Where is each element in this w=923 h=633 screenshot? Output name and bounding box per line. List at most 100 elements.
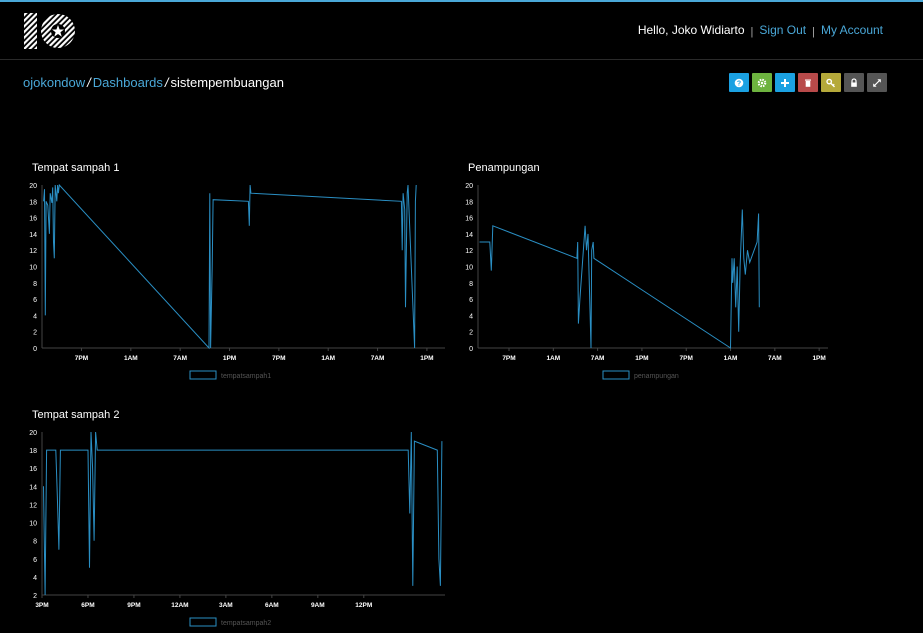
breadcrumb-user[interactable]: ojokondow — [23, 75, 85, 90]
plus-icon — [781, 78, 789, 87]
greeting: Hello, Joko Widiarto — [637, 23, 745, 37]
fullscreen-button[interactable] — [867, 73, 887, 92]
y-tick-label: 10 — [465, 265, 473, 272]
y-tick-label: 6 — [469, 297, 473, 304]
y-tick-label: 12 — [29, 248, 37, 255]
series-line-penampungan — [479, 209, 760, 349]
y-tick-label: 10 — [29, 265, 37, 272]
y-tick-label: 4 — [469, 313, 473, 320]
x-tick-label: 7PM — [272, 355, 285, 362]
x-tick-label: 1AM — [124, 355, 138, 362]
y-tick-label: 14 — [29, 484, 37, 491]
key-button[interactable] — [821, 73, 841, 92]
x-tick-label: 1PM — [223, 355, 236, 362]
x-tick-label: 1AM — [321, 355, 335, 362]
series-line-tempatsampah2 — [43, 431, 443, 596]
x-tick-label: 1AM — [724, 355, 738, 362]
y-tick-label: 2 — [33, 593, 37, 600]
my-account-link[interactable]: My Account — [821, 23, 883, 37]
y-tick-label: 8 — [33, 281, 37, 288]
x-tick-label: 12PM — [355, 602, 372, 609]
y-tick-label: 0 — [33, 346, 37, 353]
y-tick-label: 14 — [29, 232, 37, 239]
x-tick-label: 1AM — [546, 355, 560, 362]
lock-icon — [851, 77, 857, 87]
y-tick-label: 4 — [33, 313, 37, 320]
y-tick-label: 2 — [469, 330, 473, 337]
x-tick-label: 7AM — [371, 355, 385, 362]
separator: | — [750, 26, 754, 38]
chart-block-1: Tempat sampah 1 0 2 4 6 8 10 12 14 16 18 20 7PM 1AM 7… — [0, 155, 460, 385]
x-tick-label: 9PM — [127, 602, 140, 609]
x-tick-label: 7AM — [173, 355, 187, 362]
x-tick-label: 6AM — [265, 602, 279, 609]
io-logo[interactable] — [22, 10, 78, 52]
legend-swatch — [189, 617, 217, 627]
y-tick-label: 20 — [29, 430, 37, 437]
x-tick-label: 1PM — [635, 355, 648, 362]
sign-out-link[interactable]: Sign Out — [759, 23, 806, 37]
legend-label: tempatsampah1 — [221, 373, 271, 380]
y-tick-label: 18 — [29, 448, 37, 455]
x-tick-label: 7PM — [680, 355, 693, 362]
add-block-button[interactable] — [775, 73, 795, 92]
x-tick-label: 12AM — [171, 602, 188, 609]
x-tick-label: 3AM — [219, 602, 233, 609]
y-tick-label: 2 — [33, 330, 37, 337]
svg-text:?: ? — [737, 80, 741, 87]
x-tick-label: 7AM — [768, 355, 782, 362]
question-icon: ? — [734, 78, 744, 87]
legend-label: tempatsampah2 — [221, 620, 271, 627]
legend-swatch — [602, 370, 630, 380]
x-tick-label: 7AM — [591, 355, 605, 362]
y-tick-label: 4 — [33, 575, 37, 582]
separator: | — [812, 26, 815, 38]
key-icon — [826, 78, 835, 87]
y-tick-label: 6 — [33, 557, 37, 564]
expand-icon — [873, 78, 881, 87]
y-tick-label: 20 — [465, 183, 473, 190]
x-tick-label: 3PM — [35, 602, 48, 609]
x-tick-label: 6PM — [81, 602, 94, 609]
line-chart-penampungan: 0 2 4 6 8 10 12 14 16 18 20 7PM 1AM 7AM 1PM 7PM 1AM 7AM 1P… — [465, 183, 828, 380]
y-tick-label: 14 — [465, 232, 473, 239]
y-tick-label: 12 — [29, 502, 37, 509]
breadcrumb-slash: / — [87, 75, 91, 90]
x-tick-label: 9AM — [311, 602, 325, 609]
y-tick-label: 10 — [29, 521, 37, 528]
chart-block-3: Tempat sampah 2 2 4 6 8 10 12 14 16 18 20 3PM 6PM 9P… — [0, 402, 460, 633]
y-tick-label: 18 — [465, 199, 473, 206]
delete-button[interactable] — [798, 73, 818, 92]
settings-button[interactable] — [752, 73, 772, 92]
y-tick-label: 16 — [29, 466, 37, 473]
gear-icon — [757, 78, 767, 87]
chart-block-2: Penampungan 0 2 4 6 8 10 12 14 16 18 20 7PM 1AM 7AM 1P… — [440, 155, 860, 385]
help-button[interactable]: ? — [729, 73, 749, 92]
y-tick-label: 6 — [33, 297, 37, 304]
breadcrumb-dashboards[interactable]: Dashboards — [93, 75, 163, 90]
breadcrumb: ojokondow / Dashboards / sistempembuanga… — [23, 75, 284, 90]
x-tick-label: 7PM — [502, 355, 515, 362]
y-tick-label: 8 — [469, 281, 473, 288]
line-chart-tempat-sampah-2: 2 4 6 8 10 12 14 16 18 20 3PM 6PM 9PM 12AM 3AM 6AM 9AM 12… — [29, 430, 445, 627]
legend-swatch — [189, 370, 217, 380]
y-tick-label: 0 — [469, 346, 473, 353]
x-tick-label: 7PM — [75, 355, 88, 362]
series-line-tempatsampah1 — [43, 183, 417, 350]
line-chart-tempat-sampah-1: 0 2 4 6 8 10 12 14 16 18 20 7PM 1AM 7AM 1PM 7PM 1AM 7AM 1P… — [29, 183, 445, 380]
y-tick-label: 8 — [33, 539, 37, 546]
y-tick-label: 18 — [29, 199, 37, 206]
y-tick-label: 12 — [465, 248, 473, 255]
header: Hello, Joko Widiarto | Sign Out | My Acc… — [0, 2, 923, 60]
y-tick-label: 20 — [29, 183, 37, 190]
user-bar: Hello, Joko Widiarto | Sign Out | My Acc… — [637, 23, 883, 38]
y-tick-label: 16 — [29, 216, 37, 223]
breadcrumb-current: sistempembuangan — [170, 75, 284, 90]
x-tick-label: 1PM — [420, 355, 433, 362]
x-tick-label: 1PM — [812, 355, 825, 362]
breadcrumb-slash: / — [164, 75, 169, 90]
legend-label: penampungan — [634, 373, 679, 380]
y-tick-label: 16 — [465, 216, 473, 223]
dashboard-toolbar: ? — [729, 73, 887, 92]
lock-button[interactable] — [844, 73, 864, 92]
